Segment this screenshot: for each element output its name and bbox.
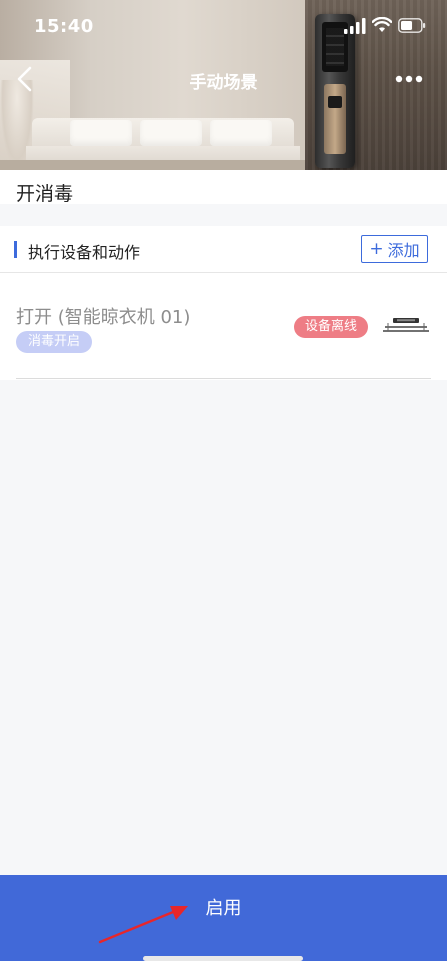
home-indicator <box>143 956 303 961</box>
actions-section: 执行设备和动作 + 添加 打开 (智能晾衣机 01) 消毒开启 设备离线 <box>0 226 447 380</box>
cellular-signal-icon <box>344 18 366 34</box>
battery-icon <box>398 18 426 33</box>
more-dots-icon[interactable] <box>392 66 426 90</box>
enable-button-label: 启用 <box>205 898 242 919</box>
annotation-arrow-icon <box>98 906 188 944</box>
wifi-icon <box>372 17 392 32</box>
section-header: 执行设备和动作 + 添加 <box>0 226 447 273</box>
action-label: 打开 (智能晾衣机 01) <box>16 307 191 328</box>
divider <box>16 378 431 379</box>
scene-name-row[interactable]: 开消毒 <box>0 170 447 205</box>
section-title: 执行设备和动作 <box>28 243 141 262</box>
enable-button[interactable]: 启用 <box>0 875 447 961</box>
page-title: 手动场景 <box>189 73 258 93</box>
add-button-label: 添加 <box>387 241 420 260</box>
add-button[interactable]: + 添加 <box>361 235 428 263</box>
clothes-drying-rack-icon <box>383 318 429 332</box>
status-badge: 设备离线 <box>294 316 369 338</box>
action-chip: 消毒开启 <box>16 331 93 353</box>
section-accent-bar <box>14 241 17 258</box>
status-time: 15:40 <box>34 16 94 37</box>
plus-icon: + <box>369 239 384 259</box>
navigation-bar: 手动场景 <box>0 52 447 106</box>
scene-name: 开消毒 <box>16 183 74 205</box>
list-item[interactable]: 打开 (智能晾衣机 01) 消毒开启 设备离线 <box>0 273 447 379</box>
status-bar: 15:40 <box>0 0 447 52</box>
